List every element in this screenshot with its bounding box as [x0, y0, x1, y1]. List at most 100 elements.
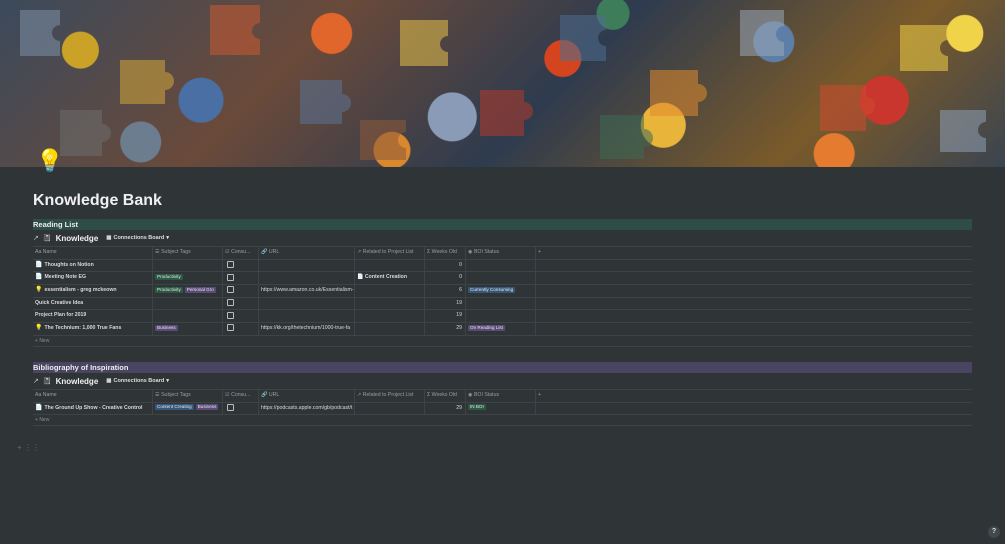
row-related[interactable] — [355, 310, 425, 323]
row-consumed[interactable] — [223, 285, 259, 297]
row-boi-status[interactable] — [466, 297, 536, 310]
table-row[interactable]: 📄 Meeting Note EG Productivity 📄 Content … — [33, 272, 972, 286]
row-boi-status[interactable] — [466, 272, 536, 285]
row-consumed[interactable] — [223, 259, 259, 272]
column-header-boi-status[interactable]: ◉ BOI Status — [466, 390, 536, 402]
open-link-icon[interactable]: ↗ — [33, 234, 39, 242]
row-url[interactable]: https://www.amazon.co.uk/Essentialism- — [259, 285, 355, 297]
table-row[interactable]: 📄 Thoughts on Notion 0 — [33, 259, 972, 273]
row-weeks-old: 0 — [425, 259, 466, 272]
row-url[interactable] — [259, 310, 355, 323]
column-header-subject-tags[interactable]: ☰ Subject Tags — [153, 247, 223, 259]
status-badge: On Reading List — [468, 324, 505, 331]
row-boi-status[interactable] — [466, 259, 536, 272]
row-tags[interactable] — [153, 310, 223, 323]
row-related[interactable] — [355, 285, 425, 297]
consumed-checkbox[interactable] — [227, 324, 234, 332]
table-row[interactable]: 💡 The Technium: 1,000 True Fans Business … — [33, 323, 972, 336]
database-title[interactable]: Knowledge — [56, 377, 99, 386]
reading-list-table: Aa Name ☰ Subject Tags ☑ Consu... 🔗 URL … — [33, 246, 972, 347]
row-boi-status[interactable]: On Reading List — [466, 323, 536, 335]
chevron-down-icon: ▾ — [166, 378, 169, 384]
row-consumed[interactable] — [223, 402, 259, 415]
view-selector-button[interactable]: ▦ Connections Board ▾ — [106, 378, 169, 384]
row-tags[interactable] — [153, 259, 223, 272]
table-header-row: Aa Name ☰ Subject Tags ☑ Consu... 🔗 URL … — [33, 389, 972, 403]
column-header-related[interactable]: ↗ Related to Project List — [355, 247, 425, 259]
consumed-checkbox[interactable] — [227, 403, 234, 411]
row-url[interactable]: https://podcasts.apple.com/gb/podcast/t — [259, 402, 355, 415]
row-url[interactable]: https://kk.org/thetechnium/1000-true-fa — [259, 323, 355, 335]
related-page-icon: 📄 — [357, 274, 365, 281]
column-header-subject-tags[interactable]: ☰ Subject Tags — [153, 390, 223, 402]
cover-image — [0, 0, 1005, 167]
consumed-checkbox[interactable] — [227, 273, 234, 281]
consumed-checkbox[interactable] — [227, 298, 234, 306]
row-weeks-old: 29 — [425, 323, 466, 335]
row-boi-status[interactable] — [466, 310, 536, 323]
consumed-checkbox[interactable] — [227, 286, 234, 294]
column-header-consumed[interactable]: ☑ Consu... — [223, 247, 259, 259]
row-consumed[interactable] — [223, 272, 259, 285]
page-title: Knowledge Bank — [33, 192, 162, 209]
row-weeks-old: 19 — [425, 297, 466, 310]
book-icon: 📓 — [42, 235, 52, 242]
board-view-icon: ▦ — [106, 378, 112, 384]
row-related[interactable] — [355, 402, 425, 415]
page-icon: 📄 — [35, 274, 43, 281]
block-handle[interactable]: + ⋮⋮ — [17, 443, 40, 452]
row-url[interactable] — [259, 272, 355, 285]
row-tags[interactable] — [153, 297, 223, 310]
add-column-button[interactable]: + — [536, 247, 972, 259]
column-header-boi-status[interactable]: ◉ BOI Status — [466, 247, 536, 259]
table-row[interactable]: Project Plan for 2019 19 — [33, 310, 972, 324]
section-heading-bibliography: Bibliography of Inspiration — [33, 362, 972, 373]
add-column-button[interactable]: + — [536, 390, 972, 402]
page-icon-lightbulb[interactable]: 💡 — [36, 150, 63, 172]
row-consumed[interactable] — [223, 297, 259, 310]
column-header-consumed[interactable]: ☑ Consu... — [223, 390, 259, 402]
row-weeks-old: 0 — [425, 272, 466, 285]
row-tags[interactable]: Productivity — [153, 272, 223, 285]
database-title[interactable]: Knowledge — [56, 234, 99, 243]
drag-handle-icon[interactable]: ⋮⋮ — [24, 443, 40, 452]
column-header-name[interactable]: Aa Name — [33, 247, 153, 259]
column-header-name[interactable]: Aa Name — [33, 390, 153, 402]
column-header-related[interactable]: ↗ Related to Project List — [355, 390, 425, 402]
tag-content-creating: Content Creating — [155, 404, 194, 411]
row-name: Quick Creative Idea — [35, 299, 84, 306]
open-link-icon[interactable]: ↗ — [33, 377, 39, 385]
row-related[interactable] — [355, 323, 425, 335]
row-url[interactable] — [259, 297, 355, 310]
column-header-weeks-old[interactable]: Σ Weeks Old — [425, 390, 466, 402]
puzzle-pattern — [20, 5, 986, 160]
view-selector-button[interactable]: ▦ Connections Board ▾ — [106, 235, 169, 241]
add-block-icon[interactable]: + — [17, 443, 22, 452]
row-related[interactable]: 📄 Content Creation — [355, 272, 425, 285]
table-row[interactable]: Quick Creative Idea 19 — [33, 297, 972, 311]
consumed-checkbox[interactable] — [227, 311, 234, 319]
column-header-weeks-old[interactable]: Σ Weeks Old — [425, 247, 466, 259]
row-tags[interactable]: Productivity Personal Gro — [153, 285, 223, 297]
table-row[interactable]: 💡 essentialism - greg mckeown Productivit… — [33, 285, 972, 298]
row-boi-status[interactable]: Currently Consuming — [466, 285, 536, 297]
row-tags[interactable]: Business — [153, 323, 223, 335]
column-header-url[interactable]: 🔗 URL — [259, 390, 355, 402]
row-related[interactable] — [355, 297, 425, 310]
column-header-url[interactable]: 🔗 URL — [259, 247, 355, 259]
row-tags[interactable]: Content Creating Business — [153, 402, 223, 415]
row-boi-status[interactable]: IN BOI — [466, 402, 536, 415]
table-row[interactable]: 📄 The Ground Up Show - Creative Control C… — [33, 402, 972, 416]
new-row-button[interactable]: + New — [33, 415, 972, 427]
related-page-link[interactable]: Content Creation — [365, 274, 407, 280]
status-badge: IN BOI — [468, 404, 486, 411]
row-name: Thoughts on Notion — [44, 261, 94, 268]
row-related[interactable] — [355, 259, 425, 272]
help-button[interactable]: ? — [988, 526, 1000, 538]
new-row-button[interactable]: + New — [33, 336, 972, 347]
consumed-checkbox[interactable] — [227, 260, 234, 268]
status-badge: Currently Consuming — [468, 286, 516, 293]
row-url[interactable] — [259, 259, 355, 272]
row-consumed[interactable] — [223, 310, 259, 323]
row-consumed[interactable] — [223, 323, 259, 335]
